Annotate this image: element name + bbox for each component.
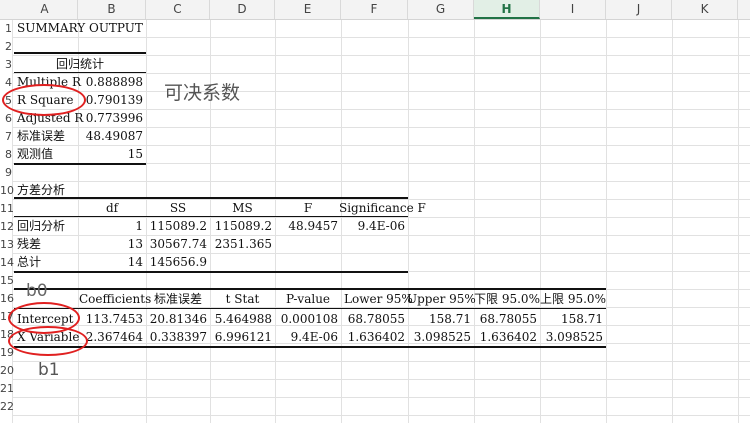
coef-header[interactable]: t Stat [210,290,275,308]
coef-header[interactable]: P-value [275,290,341,308]
row-header[interactable]: 21 [0,379,14,398]
coef-header[interactable]: Coefficients [76,290,151,308]
row-header[interactable]: 14 [0,253,14,272]
coef-cell[interactable]: 6.996121 [210,328,275,346]
anova-cell[interactable]: 48.9457 [275,217,341,235]
coef-cell[interactable]: 1.636402 [341,328,408,346]
column-header-j[interactable]: J [606,0,672,19]
stat-value[interactable]: 0.773996 [78,109,146,127]
row-header[interactable]: 9 [0,163,12,182]
spreadsheet: A B C D E F G H I J K 1 2 3 4 5 6 7 8 9 … [0,0,750,423]
coef-cell[interactable]: 68.78055 [341,310,408,328]
anova-header[interactable]: Significance F [336,199,426,217]
row-header[interactable]: 8 [0,145,12,164]
stats-header[interactable]: 回归统计 [14,55,146,73]
column-header-d[interactable]: D [210,0,275,19]
row-header[interactable]: 16 [0,289,14,308]
anova-cell[interactable]: 30567.74 [146,235,210,253]
row-header[interactable]: 22 [0,397,14,416]
column-header-a[interactable]: A [12,0,78,19]
coef-header[interactable]: 下限 95.0% [471,290,543,308]
column-header-f[interactable]: F [341,0,408,19]
anova-header[interactable]: df [78,199,146,217]
coef-cell[interactable]: 2.367464 [78,328,146,346]
coef-cell[interactable]: 113.7453 [78,310,146,328]
row-header[interactable]: 1 [0,19,12,38]
coef-bottom-border [14,346,606,348]
column-header-bar: A B C D E F G H I J K [0,0,750,20]
row-header[interactable]: 6 [0,109,12,128]
coef-cell[interactable]: 20.81346 [146,310,210,328]
anova-cell[interactable]: 9.4E-06 [341,217,408,235]
row-header[interactable]: 2 [0,37,12,56]
anova-cell[interactable]: 13 [78,235,146,253]
anova-header[interactable]: F [275,199,341,217]
coef-header[interactable]: 标准误差 [146,290,210,308]
row-header[interactable]: 12 [0,217,14,236]
anova-row-label[interactable]: 残差 [14,235,78,253]
coef-cell[interactable]: 5.464988 [210,310,275,328]
coef-header-border [14,308,606,309]
coef-cell[interactable]: 158.71 [540,310,606,328]
r-square-highlight-circle [2,84,86,116]
stat-value[interactable]: 15 [78,145,146,163]
anova-cell[interactable]: 1 [78,217,146,235]
anova-cell[interactable]: 115089.2 [210,217,275,235]
row-header[interactable]: 15 [0,271,14,290]
anova-cell[interactable]: 115089.2 [146,217,210,235]
stats-bottom-border [14,163,146,165]
coef-header[interactable]: Lower 95% [341,290,413,308]
coef-cell[interactable]: 0.338397 [146,328,210,346]
summary-title[interactable]: SUMMARY OUTPUT [14,19,154,37]
stat-value[interactable]: 0.790139 [78,91,146,109]
coef-cell[interactable]: 158.71 [408,310,474,328]
anova-row-label[interactable]: 回归分析 [14,217,78,235]
b0-label: b0 [26,281,48,301]
coef-cell[interactable]: 3.098525 [540,328,606,346]
b1-label: b1 [38,360,60,380]
coef-header[interactable]: Upper 95% [404,290,478,308]
stat-value[interactable]: 48.49087 [78,127,146,145]
anova-cell[interactable]: 14 [78,253,146,271]
column-header-c[interactable]: C [146,0,210,19]
coef-cell[interactable]: 68.78055 [474,310,540,328]
coef-cell[interactable]: 1.636402 [474,328,540,346]
anova-cell[interactable]: 2351.365 [210,235,275,253]
row-header[interactable]: 10 [0,181,14,200]
row-header[interactable]: 13 [0,235,14,254]
column-header-b[interactable]: B [78,0,146,19]
r-square-note: 可决系数 [164,82,241,104]
anova-header[interactable]: MS [210,199,275,217]
anova-row-label[interactable]: 总计 [14,253,78,271]
coef-cell[interactable]: 0.000108 [275,310,341,328]
anova-bottom-border [14,271,408,273]
column-header-h[interactable]: H [474,0,540,19]
row-header[interactable]: 20 [0,361,14,380]
stat-value[interactable]: 0.888898 [78,73,146,91]
stats-top-border [14,52,146,54]
column-header-i[interactable]: I [540,0,606,19]
coef-cell[interactable]: 3.098525 [408,328,474,346]
x-variable-highlight-circle [8,326,88,356]
row-header[interactable]: 11 [0,199,14,218]
row-header[interactable]: 7 [0,127,12,146]
column-header-g[interactable]: G [408,0,474,19]
stat-label[interactable]: 观测值 [14,145,78,163]
coef-header[interactable]: 上限 95.0% [537,290,609,308]
row-header[interactable]: 3 [0,55,12,74]
stat-label[interactable]: 标准误差 [14,127,78,145]
anova-header[interactable]: SS [146,199,210,217]
coef-cell[interactable]: 9.4E-06 [275,328,341,346]
anova-cell[interactable]: 145656.9 [146,253,210,271]
column-header-k[interactable]: K [672,0,738,19]
column-header-e[interactable]: E [275,0,341,19]
